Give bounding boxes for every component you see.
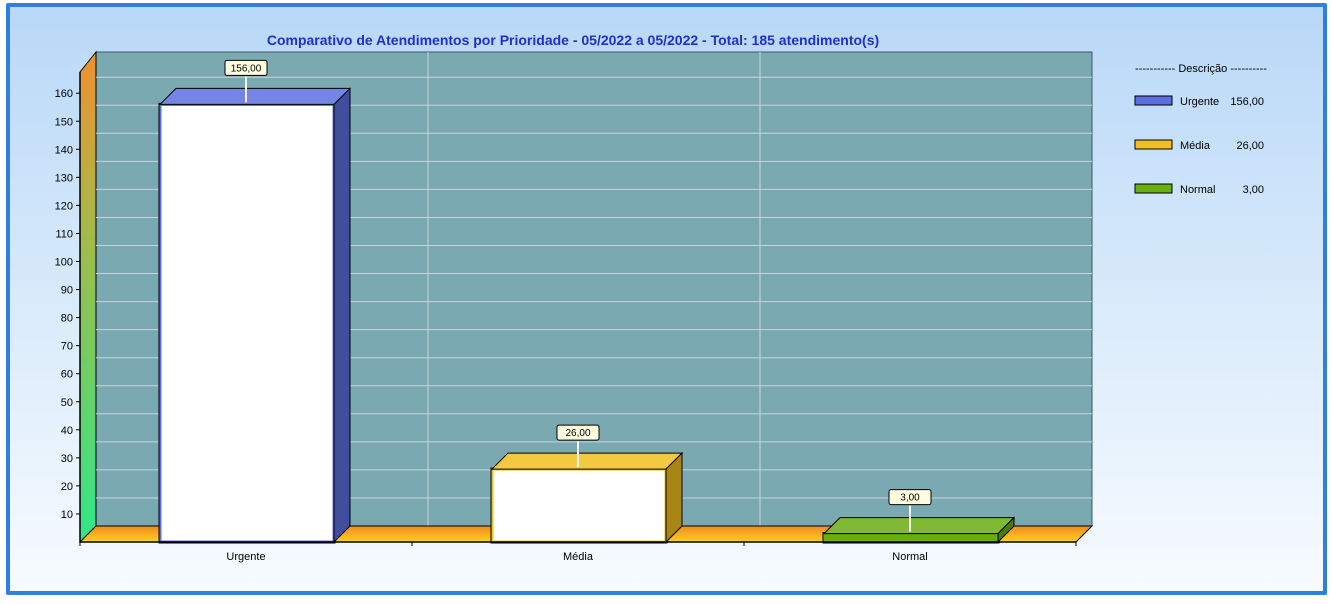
y-tick-label: 20 (61, 481, 73, 493)
y-tick-label: 90 (61, 285, 73, 297)
y-tick-label: 50 (61, 397, 73, 409)
legend-label: Urgente (1180, 96, 1219, 108)
bar-normal (822, 516, 1016, 544)
y-tick-label: 130 (55, 172, 73, 184)
y-tick-label: 70 (61, 341, 73, 353)
data-label: 26,00 (565, 428, 590, 439)
y-tick-label: 140 (55, 144, 73, 156)
y-tick-label: 150 (55, 116, 73, 128)
side-wall (79, 50, 97, 544)
legend-label: Normal (1180, 184, 1215, 196)
y-tick-label: 10 (61, 509, 73, 521)
y-tick-label: 160 (55, 88, 73, 100)
y-tick-label: 40 (61, 425, 73, 437)
y-tick-label: 80 (61, 313, 73, 325)
y-tick-label: 30 (61, 453, 73, 465)
bar-side-face (333, 87, 351, 544)
x-axis: Urgente Média Normal (79, 541, 1077, 563)
y-tick-label: 100 (55, 257, 73, 269)
x-tick-label: Média (563, 551, 594, 563)
legend-swatch (1134, 183, 1173, 194)
chart-svg: Comparativo de Atendimentos por Priorida… (55, 32, 1268, 563)
bar-mdia (490, 451, 684, 544)
x-tick-label: Normal (892, 551, 927, 563)
y-axis: 10 20 30 40 50 60 70 80 90 100 110 120 130 140 150 160 (55, 72, 81, 542)
data-label: 156,00 (231, 63, 262, 74)
legend-header: ----------- Descrição ---------- (1135, 63, 1267, 75)
y-tick-label: 60 (61, 369, 73, 381)
legend-value: 26,00 (1236, 140, 1264, 152)
bar-front-face (158, 102, 336, 544)
data-label: 3,00 (900, 493, 920, 504)
x-tick-label: Urgente (226, 551, 265, 563)
chart-title: Comparativo de Atendimentos por Priorida… (267, 32, 879, 48)
legend-swatch (1134, 95, 1173, 106)
legend: ----------- Descrição ---------- Urgente… (1134, 63, 1267, 196)
y-tick-label: 110 (55, 228, 73, 240)
bar-front-face (822, 532, 1000, 544)
bar-urgente (158, 87, 352, 544)
legend-swatch (1134, 139, 1173, 150)
y-tick-label: 120 (55, 200, 73, 212)
bar-top-face (822, 517, 1016, 535)
legend-label: Média (1180, 140, 1211, 152)
bar-front-face (490, 467, 668, 544)
bar-side-face (665, 451, 683, 544)
bar-top-face (490, 452, 684, 470)
bar-top-face (158, 87, 352, 105)
legend-value: 3,00 (1243, 184, 1264, 196)
legend-value: 156,00 (1230, 96, 1264, 108)
